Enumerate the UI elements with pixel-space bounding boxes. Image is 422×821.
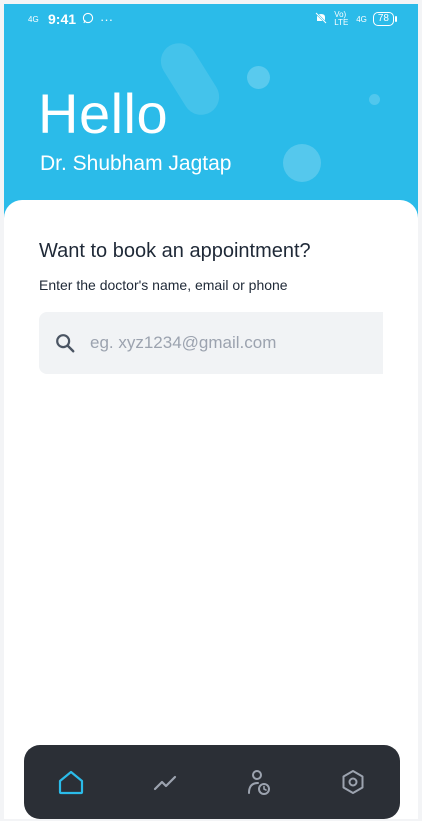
activity-chart-icon	[153, 775, 177, 791]
decorative-bubble	[247, 66, 270, 89]
booking-subtitle: Enter the doctor's name, email or phone	[39, 277, 288, 293]
booking-title: Want to book an appointment?	[39, 240, 311, 262]
more-notifications-indicator: ···	[100, 11, 114, 27]
status-left: 4G 9:41 ···	[28, 11, 113, 27]
decorative-bubble	[283, 144, 321, 182]
greeting-title: Hello	[38, 82, 169, 145]
bottom-navigation	[24, 745, 400, 819]
tab-patients[interactable]	[235, 758, 283, 806]
search-icon	[56, 334, 75, 353]
settings-icon	[342, 770, 364, 794]
status-right: Vo) LTE 4G 78	[314, 10, 398, 28]
network-type-indicator: 4G	[356, 14, 367, 24]
whatsapp-icon	[82, 12, 94, 27]
tab-statistics[interactable]	[141, 758, 189, 806]
tab-settings[interactable]	[329, 758, 377, 806]
device-frame: 4G 9:41 ··· Vo) LTE 4G 78 Hello Dr. Shub…	[0, 0, 422, 821]
content-sheet: Want to book an appointment? Enter the d…	[4, 200, 418, 819]
battery-indicator: 78	[372, 12, 398, 26]
mute-icon	[314, 11, 328, 28]
volte-indicator: Vo) LTE	[334, 10, 349, 27]
patient-schedule-icon	[248, 770, 270, 795]
app-screen: 4G 9:41 ··· Vo) LTE 4G 78 Hello Dr. Shub…	[4, 4, 418, 819]
decorative-bubble	[369, 94, 380, 105]
doctor-search-box[interactable]	[39, 312, 383, 374]
status-bar: 4G 9:41 ··· Vo) LTE 4G 78	[4, 4, 418, 34]
network-indicator: 4G	[28, 14, 39, 24]
home-icon	[58, 770, 84, 795]
status-time: 9:41	[48, 11, 77, 27]
tab-home[interactable]	[47, 758, 95, 806]
doctor-search-input[interactable]	[88, 332, 372, 354]
user-name: Dr. Shubham Jagtap	[40, 152, 232, 175]
header-banner: 4G 9:41 ··· Vo) LTE 4G 78 Hello Dr. Shub…	[4, 4, 418, 219]
